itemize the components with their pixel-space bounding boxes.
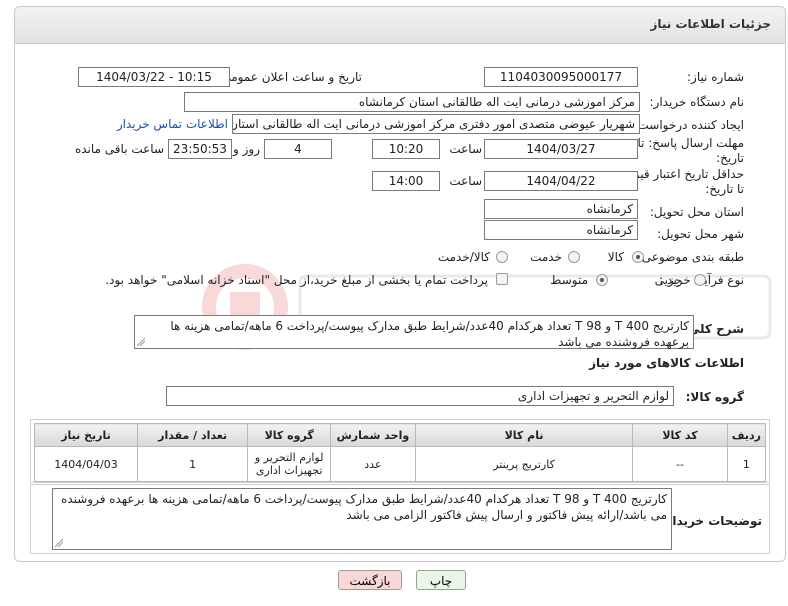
city-field: کرمانشاه — [484, 220, 638, 240]
process-option-minor: جزیی — [654, 273, 682, 287]
category-option-service: خدمت — [530, 250, 562, 264]
announce-datetime-field: 1404/03/22 - 10:15 — [78, 67, 230, 87]
col-header-need-date: تاریخ نیاز — [34, 423, 138, 447]
table-row: 1 -- کارتریج پرینتر عدد لوازم التحریر و … — [34, 446, 767, 482]
deadline-label-date: تاریخ: — [716, 151, 744, 165]
category-radio-goods-service[interactable] — [496, 251, 508, 263]
resize-grip-icon — [137, 338, 145, 346]
goods-group-field: لوازم التحریر و تجهیزات اداری — [166, 386, 674, 406]
validity-label-date: تا تاریخ: — [705, 182, 744, 196]
process-radio-minor[interactable] — [694, 274, 706, 286]
category-radio-service[interactable] — [568, 251, 580, 263]
days-label: روز و — [233, 142, 260, 156]
col-header-item-group: گروه کالا — [247, 423, 331, 447]
category-label: طبقه بندی موضوعی: — [637, 250, 744, 264]
back-button[interactable]: بازگشت — [338, 570, 402, 590]
col-header-row-number: ردیف — [726, 423, 767, 447]
category-radio-goods[interactable] — [632, 251, 644, 263]
deadline-date-field: 1404/03/27 — [484, 139, 638, 159]
city-label: شهر محل تحویل: — [657, 227, 744, 241]
cell-item-name: کارتریج پرینتر — [414, 446, 634, 482]
resize-grip-icon — [55, 539, 63, 547]
need-number-field: 1104030095000177 — [484, 67, 638, 87]
summary-text: کارتریج T 400 و T 98 تعداد هرکدام 40عدد/… — [170, 319, 689, 349]
deadline-label: مهلت ارسال پاسخ: تا — [637, 136, 744, 150]
print-button[interactable]: چاپ — [416, 570, 466, 590]
process-option-medium: متوسط — [550, 273, 588, 287]
remaining-days-field: 4 — [264, 139, 332, 159]
remaining-time-field: 23:50:53 — [168, 139, 232, 159]
remaining-time-label: ساعت باقی مانده — [74, 142, 164, 156]
requester-label: ایجاد کننده درخواست: — [633, 118, 744, 132]
buyer-notes-label: توضیحات خریدار: — [660, 514, 762, 528]
col-header-quantity: تعداد / مقدار — [136, 423, 249, 447]
buyer-notes-textarea[interactable]: کارتریج T 400 و T 98 تعداد هرکدام 40عدد/… — [52, 488, 672, 550]
buyer-notes-text: کارتریج T 400 و T 98 تعداد هرکدام 40عدد/… — [61, 492, 667, 522]
col-header-item-name: نام کالا — [414, 423, 634, 447]
validity-time-field: 14:00 — [372, 171, 440, 191]
requester-field: شهریار عیوضی متصدی امور دفتری مرکز اموزش… — [232, 114, 640, 134]
treasury-payment-checkbox[interactable] — [496, 273, 508, 285]
cell-need-date: 1404/04/03 — [34, 446, 138, 482]
goods-group-label: گروه کالا: — [685, 390, 744, 404]
treasury-payment-note: پرداخت تمام یا بخشی از مبلغ خرید،از محل … — [105, 273, 488, 287]
validity-time-label: ساعت — [449, 174, 482, 188]
buyer-org-field: مرکز اموزشی درمانی ایت اله طالقانی استان… — [184, 92, 640, 112]
cell-item-group: لوازم التحریر و تجهیزات اداری — [247, 446, 331, 482]
buyer-contact-link[interactable]: اطلاعات تماس خریدار — [117, 117, 228, 131]
buyer-org-label: نام دستگاه خریدار: — [649, 95, 745, 109]
cell-unit: عدد — [329, 446, 416, 482]
process-radio-medium[interactable] — [596, 274, 608, 286]
goods-info-title: اطلاعات کالاهای مورد نیاز — [589, 356, 744, 370]
province-label: استان محل تحویل: — [649, 205, 744, 219]
validity-date-field: 1404/04/22 — [484, 171, 638, 191]
province-field: کرمانشاه — [484, 199, 638, 219]
summary-textarea[interactable]: کارتریج T 400 و T 98 تعداد هرکدام 40عدد/… — [134, 315, 694, 349]
need-number-label: شماره نیاز: — [687, 70, 744, 84]
deadline-time-label: ساعت — [449, 142, 482, 156]
panel-header: جزئیات اطلاعات نیاز — [15, 7, 785, 44]
announce-label: تاریخ و ساعت اعلان عمومی: — [217, 70, 362, 84]
category-option-goods: کالا — [607, 250, 624, 264]
category-option-goods-service: کالا/خدمت — [437, 250, 490, 264]
cell-quantity: 1 — [136, 446, 249, 482]
deadline-time-field: 10:20 — [372, 139, 440, 159]
col-header-unit: واحد شمارش — [329, 423, 416, 447]
cell-item-code: -- — [632, 446, 728, 482]
items-table: ردیف کد کالا نام کالا واحد شمارش گروه کا… — [34, 423, 767, 482]
col-header-item-code: کد کالا — [632, 423, 728, 447]
cell-row-number: 1 — [726, 446, 767, 482]
page-title: جزئیات اطلاعات نیاز — [650, 17, 771, 31]
